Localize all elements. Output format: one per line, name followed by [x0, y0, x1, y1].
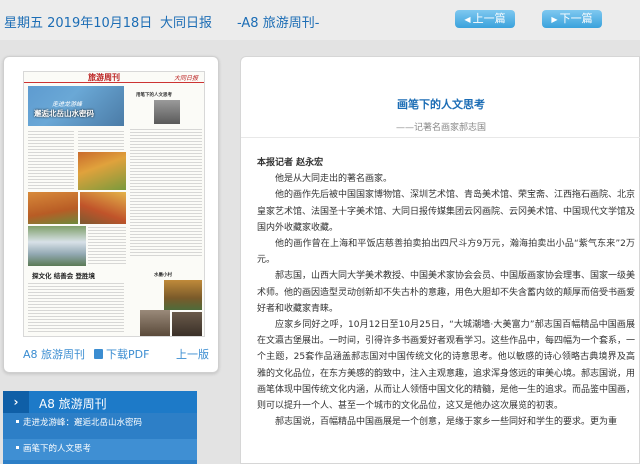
article-paragraph: 他的画作曾在上海和平饭店慈善拍卖拍出四尺斗方9万元，瀚海拍卖出小品“紫气东来”2… — [257, 239, 635, 266]
next-article-button[interactable]: ▶ 下一篇 — [542, 10, 602, 28]
chevron-right-icon: › — [3, 391, 29, 413]
download-pdf-label: 下载PDF — [106, 348, 150, 361]
article-subtitle: ——记著名画家郝志国 — [396, 123, 487, 133]
newspaper-page-thumbnail[interactable]: 旅游周刊 大同日报 走进龙游峰 邂逅北岳山水密码 探文化 结善会 登胜境 用笔下… — [23, 71, 205, 337]
thumb-headline-small: 走进龙游峰 — [52, 101, 83, 108]
thumb-headline: 邂逅北岳山水密码 — [34, 109, 94, 118]
article-list-item[interactable]: 走进龙游峰：邂逅北岳山水密码 — [3, 413, 197, 434]
masthead: 旅游周刊 大同日报 — [24, 72, 204, 83]
masthead-title: 旅游周刊 — [88, 73, 120, 82]
pdf-icon — [94, 349, 103, 359]
prev-page-link[interactable]: 上一版 — [176, 346, 209, 362]
waterfall-photo — [28, 226, 86, 266]
article-panel: 画笔下的人文思考 ——记著名画家郝志国 本报记者 赵永宏 他是从大同走出的著名画… — [240, 56, 640, 464]
article-author: 本报记者 赵永宏 — [257, 158, 324, 168]
article-paragraph: 他的画作先后被中国国家博物馆、深圳艺术馆、青岛美术馆、荣宝斋、江西拖石画院、北京… — [257, 190, 636, 233]
article-paragraph: 应家乡同好之呼，10月12日至10月25日，“大城潮墙·大美富力”郝志国百幅精品… — [257, 320, 636, 412]
section-label: A8 旅游周刊 — [39, 397, 107, 411]
article-title: 画笔下的人文思考 — [397, 98, 485, 111]
text-column — [28, 282, 124, 332]
bullet-icon — [16, 420, 19, 423]
thumb-col-head: 用笔下的人文思考 — [136, 93, 172, 98]
text-column — [130, 128, 202, 258]
article-list: 走进龙游峰：邂逅北岳山水密码 画笔下的人文思考 — [3, 413, 197, 464]
page-thumbnail-card: 旅游周刊 大同日报 走进龙游峰 邂逅北岳山水密码 探文化 结善会 登胜境 用笔下… — [3, 56, 219, 373]
section-header[interactable]: › A8 旅游周刊 — [3, 391, 197, 413]
autumn-photo — [78, 152, 126, 190]
paper-name: 大同日报 — [160, 16, 213, 31]
painting-photo — [140, 310, 170, 336]
download-pdf-link[interactable]: 下载PDF — [94, 346, 149, 362]
issue-date: 星期五 2019年10月18日 — [4, 16, 153, 31]
top-bar: 星期五 2019年10月18日 大同日报 -A8 旅游周刊- ◀ 上一篇 ▶ 下一篇 — [0, 0, 640, 40]
article-list-item[interactable]: 画笔下的人文思考 — [3, 439, 197, 460]
article-list-label: 走进龙游峰：邂逅北岳山水密码 — [23, 418, 143, 428]
article-paragraph: 郝志国，山西大同大学美术教授、中国美术家协会会员、中国版画家协会理事、国家一级美… — [257, 271, 636, 314]
autumn-photo — [80, 192, 126, 224]
next-article-label: 下一篇 — [559, 12, 593, 25]
article-list-label: 画笔下的人文思考 — [23, 444, 92, 454]
text-column — [88, 226, 126, 266]
article-paragraph: 郝志国说，百幅精品中国画展是一个创意，是缘于家乡一些同好和学生的要求。更为重 — [275, 417, 618, 428]
text-column — [28, 130, 74, 190]
village-photo — [164, 280, 202, 310]
thumbnail-links: A8 旅游周刊 下载PDF 上一版 — [4, 346, 220, 366]
edition-link[interactable]: A8 旅游周刊 — [23, 346, 85, 362]
bullet-icon — [16, 446, 19, 449]
thumb-col-head: 水墨小村 — [154, 273, 172, 278]
autumn-photo — [28, 192, 78, 224]
prev-article-label: 上一篇 — [472, 12, 506, 25]
prev-article-button[interactable]: ◀ 上一篇 — [455, 10, 515, 28]
article-body: 本报记者 赵永宏 他是从大同走出的著名画家。 他的画作先后被中国国家博物馆、深圳… — [257, 155, 635, 430]
chevron-right-icon: ▶ — [551, 15, 558, 24]
thumb-bottom-title: 探文化 结善会 登胜境 — [32, 272, 96, 280]
masthead-logo: 大同日报 — [173, 75, 198, 82]
painting-photo — [172, 312, 202, 336]
article-paragraph: 他是从大同走出的著名画家。 — [275, 174, 393, 185]
text-column — [78, 130, 124, 150]
edition-name: -A8 旅游周刊- — [237, 16, 320, 31]
chevron-left-icon: ◀ — [464, 15, 471, 24]
portrait-photo — [154, 100, 180, 124]
divider — [241, 137, 640, 138]
